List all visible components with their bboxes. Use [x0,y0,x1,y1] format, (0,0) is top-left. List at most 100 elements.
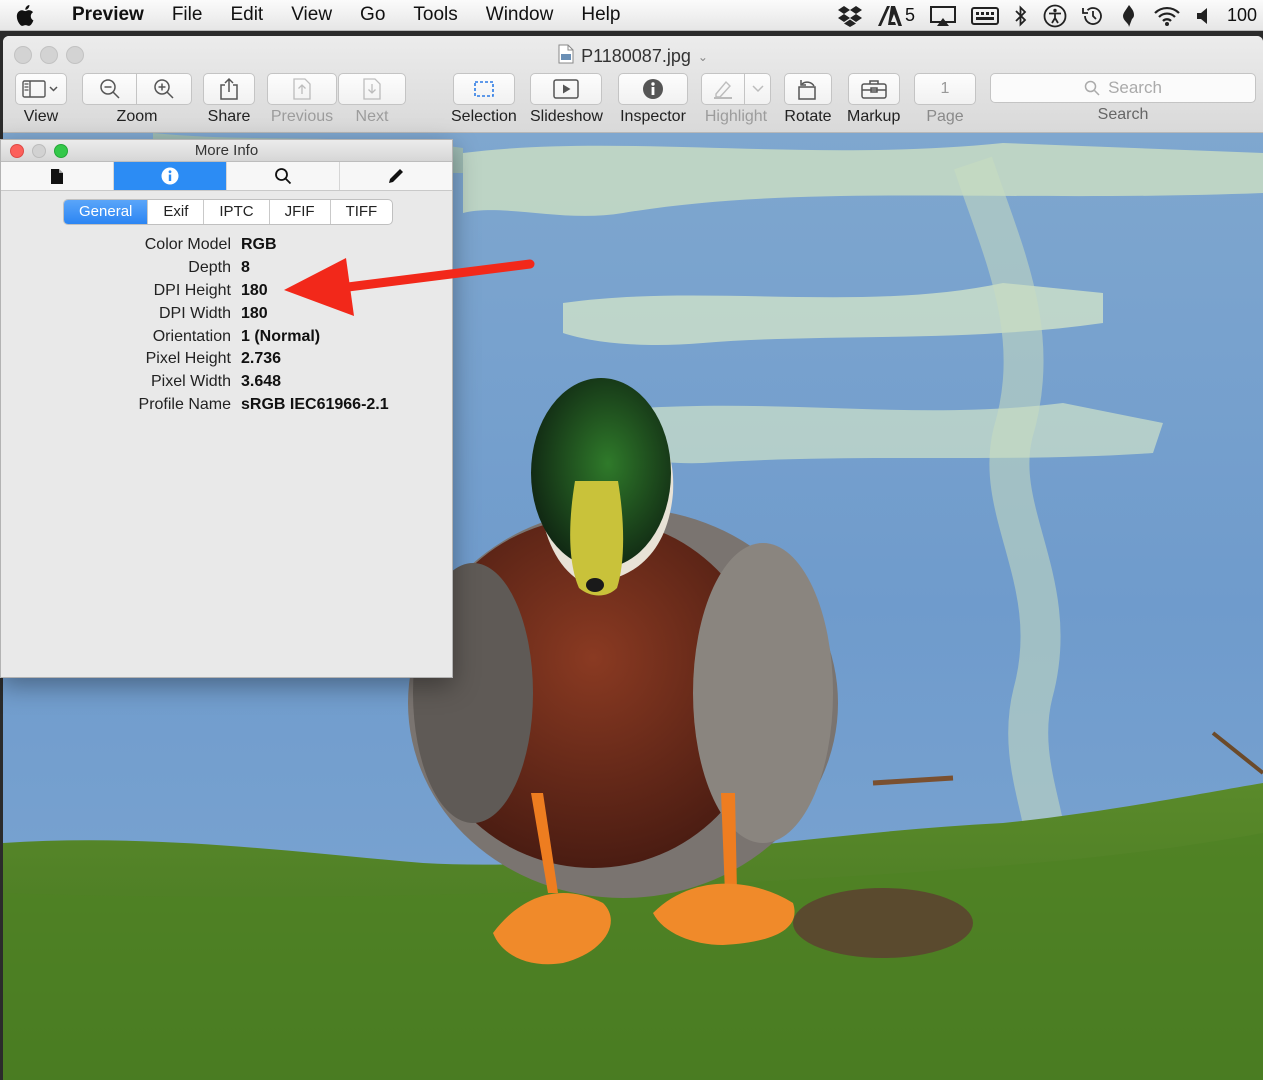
toolbar-slideshow: Slideshow [530,73,603,126]
subtab-tiff[interactable]: TIFF [331,200,393,224]
accessibility-icon[interactable] [1043,4,1067,28]
property-key: DPI Height [153,281,231,299]
menu-tools[interactable]: Tools [399,4,471,26]
page-number-field[interactable]: 1 [914,73,976,105]
jpeg-file-icon [558,44,574,69]
property-row: Pixel Height 2.736 [1,348,452,371]
property-row: Profile Name sRGB IEC61966-2.1 [1,394,452,417]
highlight-segment [701,73,771,105]
status-area: 5 100 [837,0,1263,31]
more-info-panel: More Info General Exif IPTC JFIF TIFF Co… [0,139,453,678]
next-button[interactable] [338,73,406,105]
subtab-general[interactable]: General [64,200,149,224]
menu-file[interactable]: File [158,4,217,26]
info-icon [161,167,179,185]
volume-icon[interactable] [1195,6,1213,26]
property-key: Color Model [144,236,231,254]
annotation-arrow-icon [284,258,535,316]
search-input[interactable]: Search [990,73,1256,103]
toolbar-page: 1 Page [914,73,976,126]
menu-help[interactable]: Help [567,4,634,26]
property-row: Orientation 1 (Normal) [1,325,452,348]
window-titlebar: P1180087.jpg ⌄ View Zoom Share Previous … [3,36,1263,133]
document-title-text: P1180087.jpg [581,46,691,66]
property-value: sRGB IEC61966-2.1 [241,395,389,413]
battery-percent[interactable]: 100 [1227,5,1257,26]
inspector-label: Inspector [620,108,686,125]
panel-close-button[interactable] [10,144,24,158]
tab-info[interactable] [114,162,227,190]
markup-label: Markup [847,108,901,125]
tab-document[interactable] [1,162,114,190]
share-button[interactable] [203,73,255,105]
bluetooth-icon[interactable] [1013,4,1029,27]
toolbar-zoom: Zoom [82,73,192,126]
time-machine-icon[interactable] [1081,4,1105,28]
menu-bar: Preview File Edit View Go Tools Window H… [0,0,1263,31]
inspector-button[interactable] [618,73,688,105]
search-placeholder: Search [1108,78,1162,97]
previous-label: Previous [270,108,334,125]
flux-icon[interactable] [1119,4,1139,28]
toolbar-rotate: Rotate [784,73,832,126]
markup-button[interactable] [847,73,900,105]
dropbox-icon[interactable] [837,5,863,27]
property-key: DPI Width [158,304,231,322]
menu-edit[interactable]: Edit [216,4,277,26]
subtab-exif[interactable]: Exif [148,200,205,224]
panel-zoom-button[interactable] [54,144,68,158]
slideshow-button[interactable] [530,73,603,105]
highlight-menu-button[interactable] [745,73,771,105]
highlight-button[interactable] [701,73,745,105]
rotate-button[interactable] [784,73,832,105]
previous-button[interactable] [267,73,337,105]
more-info-title: More Info [194,142,259,159]
magnifier-icon [275,168,292,185]
property-key: Depth [188,259,231,277]
airplay-icon[interactable] [929,5,957,27]
apple-icon[interactable] [0,4,50,26]
share-label: Share [207,108,251,125]
tab-annotations[interactable] [340,162,452,190]
property-key: Profile Name [138,395,231,413]
search-label: Search [1097,106,1149,123]
toolbar-share: Share [203,73,255,126]
adobe-badge: 5 [904,5,915,25]
selection-label: Selection [451,108,517,125]
toolbar-next: Next [338,73,406,126]
menu-app-name[interactable]: Preview [50,4,158,26]
subtab-iptc[interactable]: IPTC [204,200,270,224]
subtab-jfif[interactable]: JFIF [270,200,331,224]
keyboard-icon[interactable] [970,5,999,27]
property-value: 180 [241,304,268,322]
view-label: View [23,108,59,125]
next-label: Next [355,108,389,125]
zoom-out-button[interactable] [82,73,137,105]
property-key: Pixel Height [145,350,231,368]
tab-search[interactable] [227,162,340,190]
slideshow-label: Slideshow [530,108,603,125]
property-value: 8 [241,259,250,277]
property-key: Orientation [152,327,231,345]
toolbar-selection: Selection [451,73,517,126]
menu-view[interactable]: View [277,4,346,26]
toolbar-previous: Previous [267,73,337,126]
panel-window-controls [10,144,68,158]
document-icon [51,168,63,184]
adobe-icon[interactable]: 5 [877,5,915,27]
rotate-label: Rotate [784,108,832,125]
zoom-label: Zoom [116,108,158,125]
wifi-icon[interactable] [1153,5,1181,27]
panel-minimize-button[interactable] [32,144,46,158]
zoom-in-button[interactable] [137,73,192,105]
view-button[interactable] [15,73,67,105]
menu-go[interactable]: Go [346,4,399,26]
toolbar-view: View [15,73,67,126]
menu-window[interactable]: Window [472,4,568,26]
pencil-icon [389,169,403,183]
property-value: 2.736 [241,350,282,368]
toolbar-inspector: Inspector [618,73,688,126]
selection-button[interactable] [452,73,515,105]
property-value: 3.648 [241,373,282,391]
document-title[interactable]: P1180087.jpg ⌄ [3,44,1263,69]
